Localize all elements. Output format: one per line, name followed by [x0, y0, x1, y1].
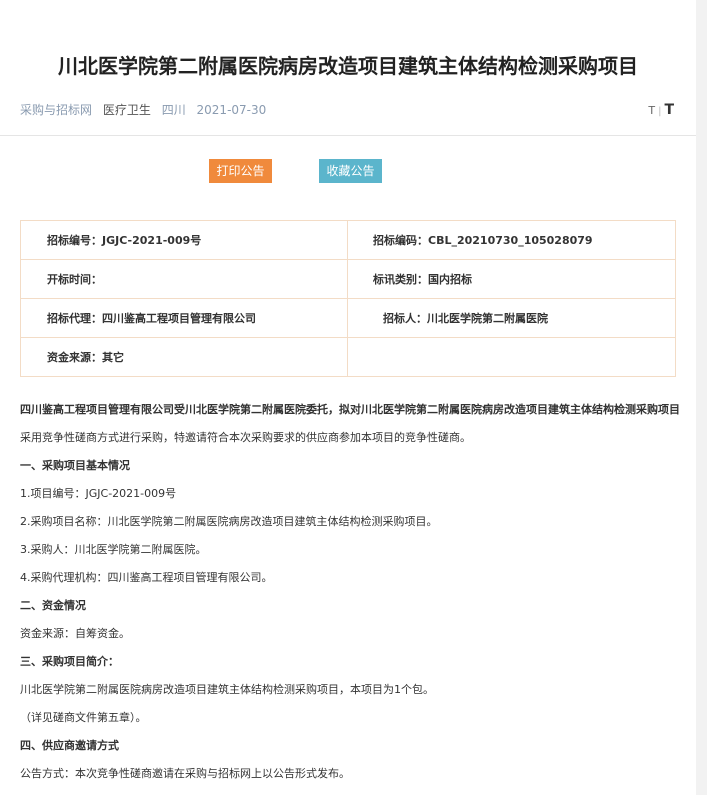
bid-info-table: 招标编号：JGJC-2021-009号 招标编码：CBL_20210730_10…	[20, 220, 676, 377]
header-divider	[0, 135, 696, 136]
page-title: 川北医学院第二附属医院病房改造项目建筑主体结构检测采购项目	[58, 54, 638, 78]
font-large-button[interactable]: T	[664, 102, 674, 118]
section-heading: 四、供应商邀请方式	[20, 739, 119, 752]
section-heading: 三、采购项目简介：	[20, 655, 119, 668]
bid-no-label: 招标编号：	[47, 234, 102, 247]
bid-code-cell: 招标编码：CBL_20210730_105028079	[347, 220, 676, 260]
paragraph: 公告方式：本次竞争性磋商邀请在采购与招标网上以公告形式发布。	[20, 767, 350, 780]
bid-no-value: JGJC-2021-009号	[102, 234, 202, 247]
bid-code-label: 招标编码：	[373, 234, 428, 247]
source-link[interactable]: 采购与招标网	[20, 103, 92, 117]
section-heading: 一、采购项目基本情况	[20, 459, 130, 472]
bid-no-cell: 招标编号：JGJC-2021-009号	[20, 220, 348, 260]
announcement-page: 川北医学院第二附属医院病房改造项目建筑主体结构检测采购项目 采购与招标网 医疗卫…	[0, 0, 696, 795]
agent-value: 四川鉴高工程项目管理有限公司	[102, 312, 256, 325]
category-value: 国内招标	[428, 273, 472, 286]
announcement-body: 四川鉴高工程项目管理有限公司受川北医学院第二附属医院委托，拟对川北医学院第二附属…	[20, 396, 690, 788]
agent-cell: 招标代理：四川鉴高工程项目管理有限公司	[20, 298, 348, 338]
paragraph: 2.采购项目名称：川北医学院第二附属医院病房改造项目建筑主体结构检测采购项目。	[20, 515, 438, 528]
table-row: 开标时间： 标讯类别：国内招标	[20, 259, 676, 299]
open-time-cell: 开标时间：	[20, 259, 348, 299]
scrollbar-track[interactable]	[696, 0, 707, 795]
agent-label: 招标代理：	[47, 312, 102, 325]
paragraph: 3.采购人：川北医学院第二附属医院。	[20, 543, 207, 556]
industry-tag[interactable]: 医疗卫生	[103, 103, 151, 117]
table-row: 招标代理：四川鉴高工程项目管理有限公司 招标人：川北医学院第二附属医院	[20, 298, 676, 338]
print-button[interactable]: 打印公告	[209, 159, 272, 183]
paragraph: 采用竞争性磋商方式进行采购，特邀请符合本次采购要求的供应商参加本项目的竞争性磋商…	[20, 431, 471, 444]
fund-cell: 资金来源：其它	[20, 337, 348, 377]
section-heading: 二、资金情况	[20, 599, 86, 612]
fund-label: 资金来源：	[47, 351, 102, 364]
paragraph: 1.项目编号：JGJC-2021-009号	[20, 487, 177, 500]
table-row: 招标编号：JGJC-2021-009号 招标编码：CBL_20210730_10…	[20, 220, 676, 260]
purchaser-label: 招标人：	[383, 312, 427, 325]
paragraph: 资金来源：自筹资金。	[20, 627, 130, 640]
font-size-separator: |	[658, 106, 662, 117]
fund-value: 其它	[102, 351, 124, 364]
bid-code-value: CBL_20210730_105028079	[428, 234, 593, 247]
region-tag[interactable]: 四川	[162, 103, 186, 117]
open-time-label: 开标时间：	[47, 273, 102, 286]
paragraph: 4.采购代理机构：四川鉴高工程项目管理有限公司。	[20, 571, 273, 584]
category-cell: 标讯类别：国内招标	[347, 259, 676, 299]
collect-button[interactable]: 收藏公告	[319, 159, 382, 183]
section-heading: 四川鉴高工程项目管理有限公司受川北医学院第二附属医院委托，拟对川北医学院第二附属…	[20, 403, 680, 416]
category-label: 标讯类别：	[373, 273, 428, 286]
font-size-control: T | T	[648, 101, 674, 121]
purchaser-cell: 招标人：川北医学院第二附属医院	[347, 298, 676, 338]
empty-cell	[347, 337, 676, 377]
article-meta: 采购与招标网 医疗卫生 四川 2021-07-30	[20, 101, 273, 119]
font-small-button[interactable]: T	[648, 104, 655, 117]
paragraph: 川北医学院第二附属医院病房改造项目建筑主体结构检测采购项目，本项目为1个包。	[20, 683, 434, 696]
publish-date: 2021-07-30	[196, 103, 267, 117]
table-row: 资金来源：其它	[20, 337, 676, 377]
paragraph: （详见磋商文件第五章）。	[20, 711, 147, 724]
purchaser-value: 川北医学院第二附属医院	[427, 312, 548, 325]
